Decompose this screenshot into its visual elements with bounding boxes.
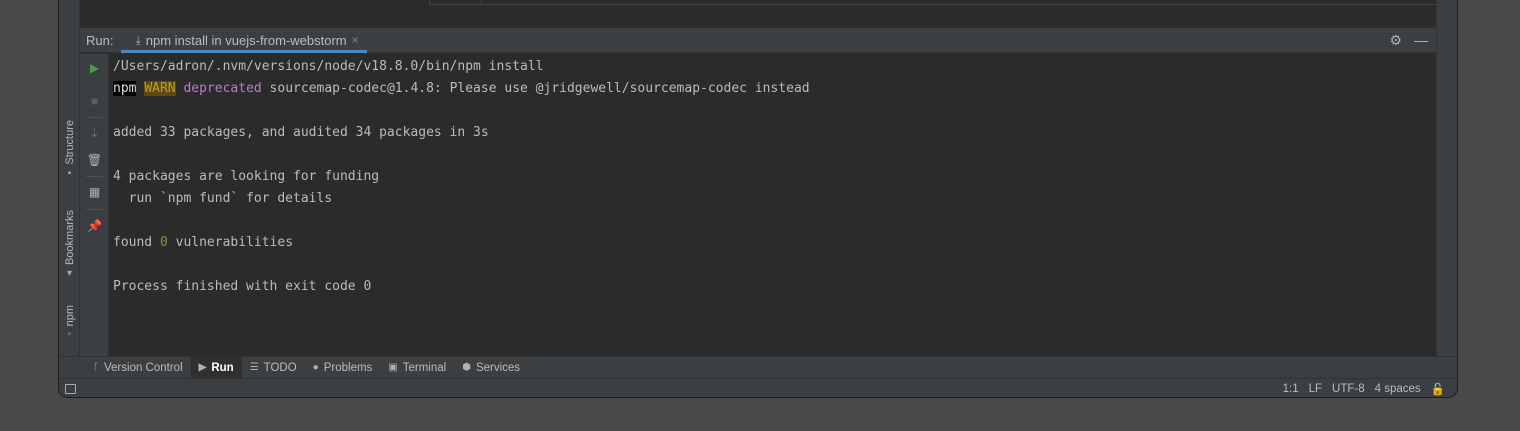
console-output[interactable]: /Users/adron/.nvm/versions/node/v18.8.0/… (110, 54, 1436, 356)
structure-icon: ▪ (67, 167, 72, 179)
scroll-to-end-icon[interactable]: ⇣ (80, 123, 109, 143)
npm-tab[interactable]: npm ▫ (59, 305, 80, 340)
tool-tab-label: Problems (323, 361, 373, 374)
tool-tab-label: Run (211, 361, 234, 374)
console-line: run `npm fund` for details (113, 191, 333, 206)
npm-tag: npm (113, 81, 137, 96)
caret-position[interactable]: 1:1 (1283, 383, 1299, 395)
toolbar-separator (86, 117, 103, 118)
settings-gear-icon[interactable]: ⚙ (1389, 32, 1402, 49)
console-line-empty (113, 254, 1436, 276)
info-icon: ● (312, 362, 319, 373)
list-icon: ☰ (249, 362, 259, 373)
console-line: found 0 vulnerabilities (113, 232, 1436, 254)
layout-icon[interactable]: ▦ (80, 182, 109, 202)
lock-icon[interactable]: 🔓 (1431, 382, 1445, 396)
console-line: npm WARN deprecated sourcemap-codec@1.4.… (113, 78, 1436, 100)
ide-window: Structure ▪ Bookmarks ▾ npm ▫ Run: ⤓ npm… (58, 0, 1458, 398)
structure-tab-label: Structure (63, 120, 76, 165)
minimize-icon[interactable]: — (1414, 32, 1428, 48)
right-tool-strip (1436, 0, 1457, 378)
line-separator[interactable]: LF (1309, 383, 1322, 395)
console-line-empty (113, 100, 1436, 122)
clear-trash-icon[interactable]: 🗑 (80, 150, 109, 170)
status-bar-right: 1:1 LF UTF-8 4 spaces 🔓 (1283, 382, 1445, 396)
run-config-tab[interactable]: ⤓ npm install in vuejs-from-webstorm × (121, 28, 367, 53)
tool-tab-label: Services (475, 361, 521, 374)
tool-tab-label: TODO (263, 361, 297, 374)
run-config-tab-label: npm install in vuejs-from-webstorm (145, 32, 347, 48)
bookmark-icon: ▾ (66, 268, 73, 280)
run-play-icon: ▶ (198, 362, 207, 373)
tool-tab-label: Terminal (402, 361, 447, 374)
toolbar-separator (86, 209, 103, 210)
editor-area (80, 0, 1436, 27)
run-panel-actions: ⚙ — (1389, 32, 1428, 49)
tool-tab-terminal[interactable]: ▣ Terminal (380, 357, 454, 379)
bookmarks-tab-label: Bookmarks (63, 210, 76, 266)
tool-tab-run[interactable]: ▶ Run (190, 356, 242, 379)
npm-icon: ▫ (67, 329, 72, 341)
editor-gutter-divider (429, 0, 430, 5)
install-icon: ⤓ (135, 32, 141, 47)
close-icon[interactable]: × (352, 33, 359, 47)
bookmarks-tab[interactable]: Bookmarks ▾ (59, 210, 80, 279)
console-line: /Users/adron/.nvm/versions/node/v18.8.0/… (113, 59, 544, 74)
console-text: sourcemap-codec@1.4.8: Please use @jridg… (261, 81, 810, 96)
terminal-icon: ▣ (388, 362, 398, 373)
pin-icon[interactable]: 📌 (80, 216, 109, 236)
rerun-icon[interactable]: ▶ (80, 58, 109, 78)
tool-tab-todo[interactable]: ☰ TODO (242, 357, 305, 379)
run-toolbar: ▶ ■ ⇣ 🗑 ▦ 📌 (80, 54, 109, 356)
left-tool-strip: Structure ▪ Bookmarks ▾ npm ▫ (59, 0, 80, 378)
console-line: added 33 packages, and audited 34 packag… (113, 125, 489, 140)
console-line: 4 packages are looking for funding (113, 169, 380, 184)
indent-setting[interactable]: 4 spaces (1375, 383, 1421, 395)
file-encoding[interactable]: UTF-8 (1332, 383, 1365, 395)
run-panel-header: Run: ⤓ npm install in vuejs-from-webstor… (80, 28, 1436, 53)
tool-window-bar: ᚴ Version Control ▶ Run ☰ TODO ● Problem… (59, 356, 1457, 379)
active-tab-underline (121, 49, 367, 53)
editor-divider (429, 4, 1436, 5)
toolbar-separator (86, 176, 103, 177)
console-line-empty (113, 210, 1436, 232)
stop-icon[interactable]: ■ (80, 91, 109, 111)
run-panel-label: Run: (86, 32, 114, 48)
structure-tab[interactable]: Structure ▪ (59, 120, 80, 179)
console-line-empty (113, 144, 1436, 166)
status-bar: 1:1 LF UTF-8 4 spaces 🔓 (59, 378, 1457, 397)
console-text: vulnerabilities (167, 235, 294, 250)
deprecated-label: deprecated (183, 81, 262, 96)
tool-tab-problems[interactable]: ● Problems (305, 357, 381, 379)
tool-tab-services[interactable]: ⬢ Services (454, 357, 528, 379)
npm-tab-label: npm (63, 305, 76, 327)
services-icon: ⬢ (462, 362, 471, 373)
tool-tab-label: Version Control (104, 361, 183, 374)
toggle-tool-windows-icon[interactable] (65, 383, 76, 394)
vulnerability-count: 0 (159, 235, 168, 250)
tool-tab-version-control[interactable]: ᚴ Version Control (85, 357, 191, 379)
editor-gutter-divider (481, 0, 482, 5)
console-text: found (113, 235, 160, 250)
branch-icon: ᚴ (93, 362, 99, 373)
console-line: Process finished with exit code 0 (113, 279, 372, 294)
warn-tag: WARN (144, 81, 176, 96)
